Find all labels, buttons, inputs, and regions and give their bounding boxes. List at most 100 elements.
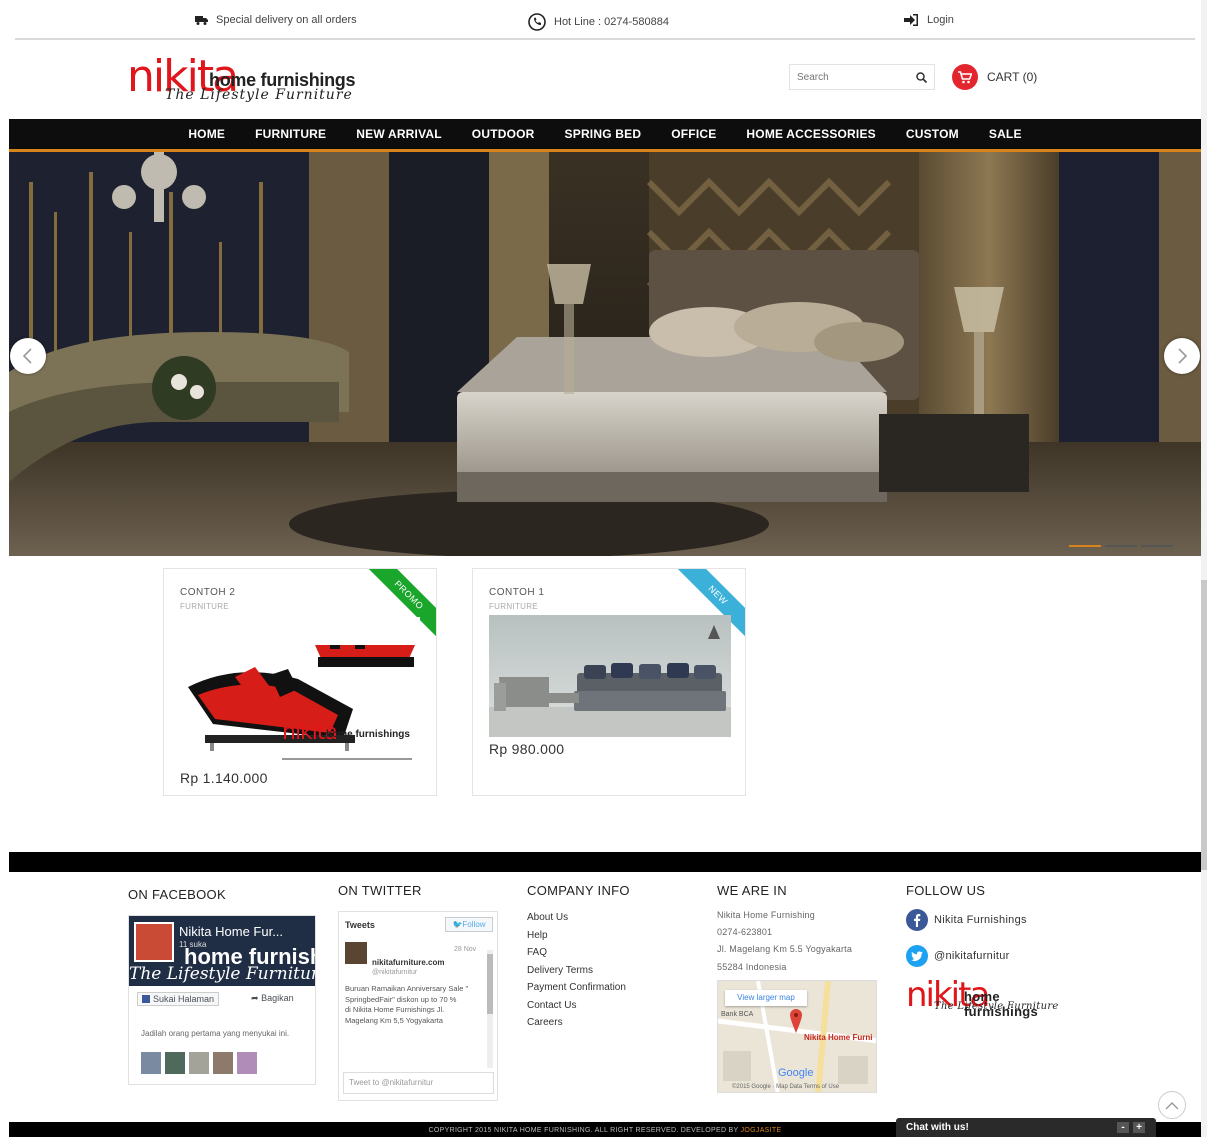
delivery-text: Special delivery on all orders <box>216 14 357 26</box>
slider-prev-button[interactable] <box>10 338 46 374</box>
tweet-compose-input[interactable]: Tweet to @nikitafurnitur <box>343 1072 494 1094</box>
nav-sale[interactable]: SALE <box>974 119 1037 149</box>
chat-expand-button[interactable]: + <box>1133 1122 1145 1133</box>
nav-home[interactable]: HOME <box>173 119 240 149</box>
location-map[interactable]: View larger map Bank BCA Nikita Home Fur… <box>717 980 877 1093</box>
twitter-follow-button[interactable]: 🐦Follow <box>445 917 493 932</box>
cart-link[interactable]: CART (0) <box>952 64 1037 90</box>
facebook-page-avatar[interactable] <box>134 922 174 962</box>
search-icon <box>915 71 927 83</box>
page-scrollbar[interactable] <box>1201 0 1207 1137</box>
footer-link-careers[interactable]: Careers <box>527 1014 630 1032</box>
hero-bedroom-image <box>9 152 1201 556</box>
product-image[interactable]: nikita home furnishings <box>180 617 420 767</box>
fan-avatar[interactable] <box>237 1052 257 1074</box>
fan-avatar[interactable] <box>189 1052 209 1074</box>
twitter-heading: ON TWITTER <box>338 883 422 898</box>
slider-pagination <box>1069 545 1173 547</box>
slider-dot-3[interactable] <box>1141 545 1173 547</box>
slider-dot-1[interactable] <box>1069 545 1101 547</box>
map-pin-icon[interactable] <box>790 1009 802 1033</box>
facebook-share-button[interactable]: ➦ Bagikan <box>247 992 298 1006</box>
footer-logo[interactable]: nikita home furnishings The Lifestyle Fu… <box>906 975 1076 1021</box>
slider-next-button[interactable] <box>1164 338 1200 374</box>
follow-facebook-label[interactable]: Nikita Furnishings <box>934 914 1027 926</box>
facebook-widget[interactable]: Nikita Home Fur... 11 suka home furnishi… <box>128 915 316 1085</box>
nav-new-arrival[interactable]: NEW ARRIVAL <box>341 119 457 149</box>
nav-spring-bed[interactable]: SPRING BED <box>550 119 657 149</box>
location-postal: 55284 Indonesia <box>717 961 787 972</box>
site-logo[interactable]: nikita home furnishings The Lifestyle Fu… <box>127 52 367 107</box>
twitter-icon <box>906 945 928 967</box>
fan-avatar[interactable] <box>141 1052 161 1074</box>
facebook-page-name[interactable]: Nikita Home Fur... <box>179 924 283 939</box>
footer-facebook: ON FACEBOOK <box>128 887 226 916</box>
chat-widget[interactable]: Chat with us! - + <box>896 1118 1156 1137</box>
chevron-left-icon <box>22 348 32 364</box>
logo-tagline: The Lifestyle Furniture <box>165 87 353 103</box>
follow-twitter-label[interactable]: @nikitafurnitur <box>934 950 1010 962</box>
footer-link-faq[interactable]: FAQ <box>527 944 630 962</box>
product-card[interactable]: CONTOH 1 FURNITURE NEW Rp 980.000 <box>472 568 746 796</box>
page-scroll-thumb[interactable] <box>1201 580 1207 870</box>
footer-link-contact[interactable]: Contact Us <box>527 997 630 1015</box>
footer-follow: FOLLOW US Nikita Furnishings @nikitafurn… <box>906 883 1076 1035</box>
login-link[interactable]: Login <box>904 14 954 26</box>
tweet-scroll-thumb[interactable] <box>487 954 493 1014</box>
nav-custom[interactable]: CUSTOM <box>891 119 974 149</box>
tweet-avatar[interactable] <box>345 942 367 964</box>
developer-link[interactable]: JOGJASITE <box>741 1127 782 1134</box>
nav-office[interactable]: OFFICE <box>656 119 731 149</box>
follow-twitter-link[interactable]: @nikitafurnitur <box>906 945 1076 967</box>
chat-label[interactable]: Chat with us! <box>906 1122 969 1133</box>
slider-dot-2[interactable] <box>1105 545 1137 547</box>
facebook-fan-avatars <box>141 1052 257 1074</box>
footer-location: WE ARE IN Nikita Home Furnishing 0274-62… <box>717 883 852 976</box>
facebook-like-button[interactable]: Sukai Halaman <box>137 992 220 1006</box>
product-name[interactable]: CONTOH 2 <box>180 587 236 598</box>
map-view-larger-link[interactable]: View larger map <box>725 990 807 1006</box>
cart-label[interactable]: CART (0) <box>987 70 1037 84</box>
product-card[interactable]: CONTOH 2 FURNITURE PROMO nikita home fur… <box>163 568 437 796</box>
search-button[interactable] <box>908 65 934 89</box>
footer-link-help[interactable]: Help <box>527 927 630 945</box>
footer-twitter: ON TWITTER <box>338 883 422 912</box>
tweet-handle[interactable]: @nikitafurnitur <box>372 969 417 976</box>
map-pin-label[interactable]: Nikita Home Furni <box>804 1033 872 1042</box>
tweet-account-name[interactable]: nikitafurniture.com <box>372 958 444 967</box>
footer-link-payment-confirmation[interactable]: Payment Confirmation <box>527 979 630 997</box>
tweet-scrollbar[interactable] <box>487 950 493 1068</box>
map-footer-text[interactable]: ©2015 Google · Map Data Terms of Use <box>732 1084 839 1090</box>
cart-icon <box>952 64 978 90</box>
share-icon: ➦ <box>251 993 262 1003</box>
nav-home-accessories[interactable]: HOME ACCESSORIES <box>731 119 890 149</box>
facebook-icon <box>906 909 928 931</box>
tweet-date[interactable]: 28 Nov <box>454 946 476 953</box>
location-phone: 0274-623801 <box>717 927 773 938</box>
chevron-up-icon <box>1165 1101 1179 1109</box>
footer-divider <box>9 852 1201 872</box>
footer-link-delivery-terms[interactable]: Delivery Terms <box>527 962 630 980</box>
follow-heading: FOLLOW US <box>906 883 986 898</box>
product-image[interactable] <box>489 615 731 737</box>
delivery-notice: Special delivery on all orders <box>195 14 357 26</box>
product-category: FURNITURE <box>489 602 538 611</box>
back-to-top-button[interactable] <box>1158 1091 1186 1119</box>
fan-avatar[interactable] <box>165 1052 185 1074</box>
google-logo: Google <box>778 1067 814 1079</box>
map-poi-label[interactable]: Bank BCA <box>721 1011 753 1018</box>
location-company: Nikita Home Furnishing <box>717 910 815 920</box>
login-label[interactable]: Login <box>927 14 954 26</box>
twitter-bird-icon: 🐦 <box>452 920 463 929</box>
footer-link-about[interactable]: About Us <box>527 909 630 927</box>
twitter-widget: Tweets 🐦Follow 28 Nov nikitafurniture.co… <box>338 911 498 1101</box>
nav-furniture[interactable]: FURNITURE <box>240 119 341 149</box>
follow-facebook-link[interactable]: Nikita Furnishings <box>906 909 1076 931</box>
product-name[interactable]: CONTOH 1 <box>489 587 545 598</box>
search-input[interactable] <box>790 65 908 89</box>
nav-outdoor[interactable]: OUTDOOR <box>457 119 550 149</box>
sign-in-icon <box>904 14 918 26</box>
chat-minimize-button[interactable]: - <box>1117 1122 1129 1133</box>
product-category: FURNITURE <box>180 602 229 611</box>
fan-avatar[interactable] <box>213 1052 233 1074</box>
